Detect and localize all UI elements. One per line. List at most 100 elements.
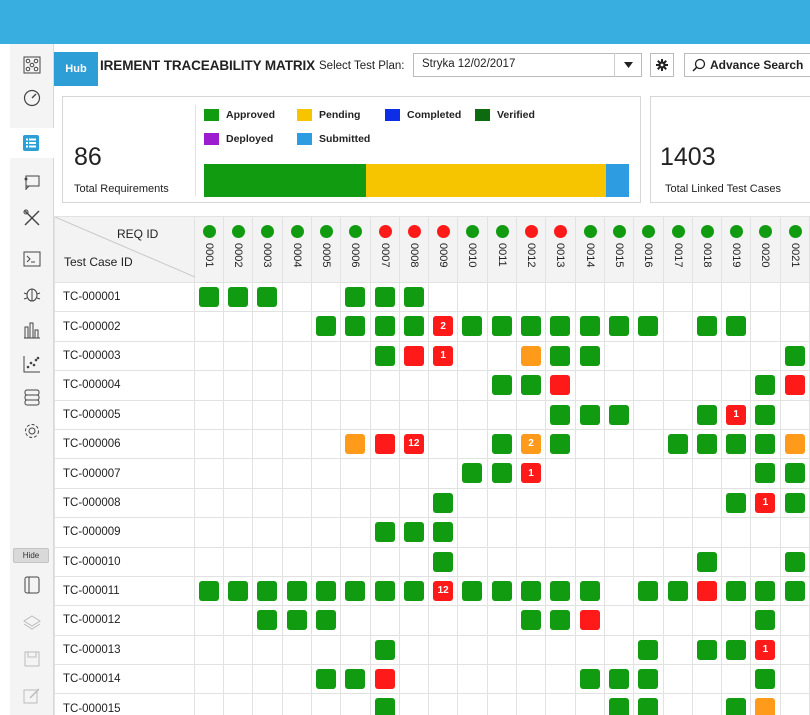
- link-status-marker[interactable]: [667, 580, 688, 601]
- link-status-marker[interactable]: [286, 580, 307, 601]
- matrix-cell[interactable]: [574, 575, 605, 607]
- matrix-cell[interactable]: [310, 664, 342, 695]
- link-status-marker[interactable]: [550, 316, 571, 337]
- matrix-cell[interactable]: [779, 428, 810, 460]
- test-case-id[interactable]: TC-000007: [54, 458, 195, 489]
- link-status-marker[interactable]: 12: [403, 433, 424, 454]
- matrix-cell[interactable]: [281, 575, 312, 607]
- matrix-cell[interactable]: [691, 575, 723, 607]
- matrix-cell[interactable]: [516, 605, 547, 636]
- matrix-cell[interactable]: [721, 634, 752, 666]
- link-status-marker[interactable]: [550, 345, 571, 366]
- matrix-cell[interactable]: [486, 458, 518, 489]
- link-status-marker[interactable]: [257, 610, 278, 631]
- req-column-header[interactable]: 0021: [779, 216, 810, 283]
- matrix-cell[interactable]: [340, 281, 371, 313]
- test-case-id[interactable]: TC-000006: [54, 428, 195, 460]
- link-status-marker[interactable]: [784, 492, 805, 513]
- link-status-marker[interactable]: [579, 610, 600, 631]
- hide-sidebar-button[interactable]: Hide: [13, 548, 49, 563]
- matrix-cell[interactable]: [516, 575, 547, 607]
- link-status-marker[interactable]: [726, 639, 747, 660]
- matrix-cell[interactable]: [398, 281, 430, 313]
- matrix-cell[interactable]: [398, 575, 430, 607]
- link-status-marker[interactable]: [374, 522, 395, 543]
- link-status-marker[interactable]: [345, 316, 366, 337]
- matrix-cell[interactable]: [369, 340, 400, 372]
- link-status-marker[interactable]: [462, 580, 483, 601]
- dashboard-gauge-icon[interactable]: [10, 83, 54, 113]
- link-status-marker[interactable]: [403, 580, 424, 601]
- link-status-marker[interactable]: [638, 580, 659, 601]
- link-status-marker[interactable]: [784, 551, 805, 572]
- req-column-header[interactable]: 0014: [574, 216, 605, 283]
- link-status-marker[interactable]: [521, 316, 542, 337]
- link-status-marker[interactable]: [784, 463, 805, 484]
- test-case-id[interactable]: TC-000002: [54, 311, 195, 342]
- link-status-marker[interactable]: [696, 551, 717, 572]
- link-status-marker[interactable]: [257, 287, 278, 307]
- link-status-marker[interactable]: 1: [726, 404, 747, 425]
- link-status-marker[interactable]: [521, 580, 542, 601]
- link-status-marker[interactable]: [638, 639, 659, 660]
- matrix-cell[interactable]: [340, 311, 371, 342]
- link-status-marker[interactable]: [696, 433, 717, 454]
- matrix-cell[interactable]: [603, 664, 635, 695]
- test-case-id[interactable]: TC-000009: [54, 517, 195, 548]
- req-column-header[interactable]: 0012: [516, 216, 547, 283]
- matrix-cell[interactable]: [633, 311, 664, 342]
- link-status-marker[interactable]: [579, 580, 600, 601]
- link-status-marker[interactable]: [784, 375, 805, 396]
- link-status-marker[interactable]: [315, 580, 336, 601]
- matrix-cell[interactable]: [779, 340, 810, 372]
- matrix-cell[interactable]: [223, 281, 254, 313]
- req-column-header[interactable]: 0018: [691, 216, 723, 283]
- link-status-marker[interactable]: [374, 580, 395, 601]
- matrix-cell[interactable]: [369, 664, 400, 695]
- matrix-cell[interactable]: [574, 311, 605, 342]
- test-case-id[interactable]: TC-000012: [54, 605, 195, 636]
- link-status-marker[interactable]: 1: [755, 639, 776, 660]
- matrix-cell[interactable]: [486, 575, 518, 607]
- link-status-marker[interactable]: [696, 580, 717, 601]
- test-case-id[interactable]: TC-000014: [54, 664, 195, 695]
- matrix-cell[interactable]: [750, 370, 781, 401]
- matrix-cell[interactable]: [721, 428, 752, 460]
- link-status-marker[interactable]: [374, 639, 395, 660]
- link-status-marker[interactable]: [726, 492, 747, 513]
- link-status-marker[interactable]: [374, 287, 395, 307]
- link-status-marker[interactable]: [579, 669, 600, 690]
- link-status-marker[interactable]: [491, 433, 512, 454]
- link-status-marker[interactable]: 2: [433, 316, 454, 337]
- panel-icon[interactable]: [10, 570, 54, 600]
- link-status-marker[interactable]: [228, 287, 249, 307]
- matrix-cell[interactable]: [457, 311, 488, 342]
- advance-search-button[interactable]: Advance Search: [684, 53, 810, 77]
- test-case-id[interactable]: TC-000013: [54, 634, 195, 666]
- matrix-cell[interactable]: 1: [516, 458, 547, 489]
- matrix-cell[interactable]: [457, 575, 488, 607]
- matrix-cell[interactable]: [545, 311, 576, 342]
- matrix-cell[interactable]: [603, 311, 635, 342]
- link-status-marker[interactable]: [521, 345, 542, 366]
- link-status-marker[interactable]: 12: [433, 580, 454, 601]
- req-column-header[interactable]: 0010: [457, 216, 488, 283]
- matrix-cell[interactable]: 1: [750, 634, 781, 666]
- link-status-marker[interactable]: [696, 639, 717, 660]
- matrix-cell[interactable]: [369, 693, 400, 715]
- req-column-header[interactable]: 0003: [252, 216, 283, 283]
- matrix-cell[interactable]: [369, 281, 400, 313]
- link-status-marker[interactable]: [755, 433, 776, 454]
- link-status-marker[interactable]: [521, 610, 542, 631]
- link-status-marker[interactable]: [638, 316, 659, 337]
- tools-icon[interactable]: [10, 203, 54, 233]
- matrix-cell[interactable]: 2: [428, 311, 459, 342]
- matrix-cell[interactable]: [750, 605, 781, 636]
- test-plan-select[interactable]: Stryka 12/02/2017: [413, 53, 642, 77]
- link-status-marker[interactable]: [638, 698, 659, 715]
- matrix-cell[interactable]: [633, 693, 664, 715]
- link-status-marker[interactable]: [579, 345, 600, 366]
- link-status-marker[interactable]: [726, 316, 747, 337]
- matrix-cell[interactable]: [252, 605, 283, 636]
- matrix-cell[interactable]: [516, 370, 547, 401]
